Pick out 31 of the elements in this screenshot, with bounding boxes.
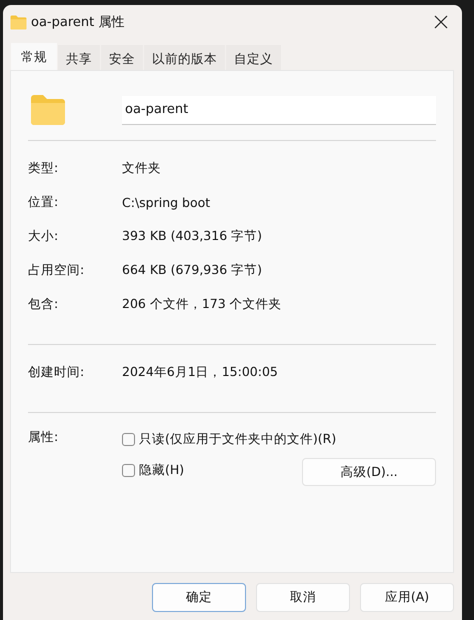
checkbox[interactable]	[122, 432, 135, 446]
property-label: 属性:	[28, 429, 60, 446]
folder-icon	[30, 94, 66, 126]
property-value: 2024年6月1日，15:00:05	[122, 364, 278, 380]
property-value: 393 KB (403,316 字节)	[122, 228, 262, 244]
property-label: 位置:	[28, 194, 60, 210]
dialog-button[interactable]: 确定	[152, 583, 246, 612]
name-field[interactable]: oa-parent	[122, 96, 436, 124]
tab[interactable]: 自定义	[226, 45, 281, 70]
tab[interactable]: 常规	[11, 43, 57, 70]
property-value: 664 KB (679,936 字节)	[122, 262, 262, 278]
tab[interactable]: 共享	[58, 45, 100, 70]
checkbox-label: 隐藏(H)	[139, 462, 184, 478]
property-value: 文件夹	[122, 160, 161, 176]
window-title: oa-parent 属性	[31, 14, 126, 31]
property-label: 大小:	[28, 228, 60, 244]
property-value: C:\spring boot	[122, 194, 210, 210]
dialog-button[interactable]: 应用(A)	[360, 583, 454, 612]
checkbox[interactable]	[122, 464, 135, 476]
property-label: 创建时间:	[28, 364, 86, 380]
tab[interactable]: 以前的版本	[144, 45, 225, 70]
property-value: 206 个文件，173 个文件夹	[122, 296, 282, 312]
dialog-button[interactable]: 取消	[256, 583, 350, 612]
advanced-button[interactable]: 高级(D)...	[302, 458, 436, 486]
tab[interactable]: 安全	[101, 45, 143, 70]
folder-icon	[10, 14, 27, 30]
property-label: 类型:	[28, 160, 60, 176]
close-icon	[434, 15, 448, 29]
property-label: 包含:	[28, 296, 60, 312]
property-label: 占用空间:	[28, 262, 86, 278]
checkbox-label: 只读(仅应用于文件夹中的文件)(R)	[139, 430, 336, 448]
